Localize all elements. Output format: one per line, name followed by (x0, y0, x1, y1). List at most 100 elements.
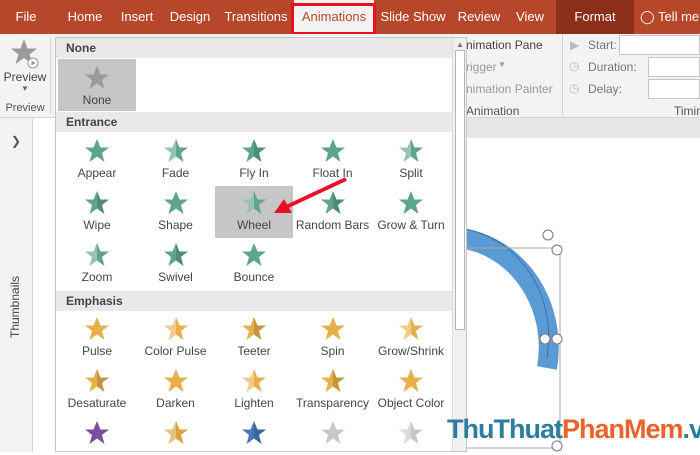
tab-file[interactable]: File (0, 0, 52, 34)
tab-design[interactable]: Design (166, 0, 214, 34)
thumbnails-sidebar[interactable]: ❯ Thumbnails (0, 118, 33, 452)
star-icon (58, 138, 136, 164)
tab-insert[interactable]: Insert (114, 0, 160, 34)
slide-area (452, 118, 700, 452)
animation-label: Appear (58, 166, 136, 180)
star-icon (372, 138, 450, 164)
trigger-button[interactable]: rigger (466, 60, 497, 74)
tab-view[interactable]: View (510, 0, 550, 34)
group-divider (562, 34, 563, 118)
emphasis-more-item[interactable] (372, 416, 450, 452)
animation-label: Bounce (215, 270, 293, 284)
scroll-up-icon[interactable]: ▲ (456, 40, 464, 49)
section-header-entrance: Entrance (56, 112, 452, 132)
watermark-part3: .vn (683, 414, 700, 444)
animation-label: Pulse (58, 344, 136, 358)
emphasis-more-item[interactable] (294, 416, 372, 452)
chevron-down-icon: ▼ (2, 84, 48, 93)
animation-grow-shrink[interactable]: Grow/Shrink (372, 312, 450, 364)
star-icon (372, 190, 450, 216)
star-icon (372, 420, 450, 446)
star-icon (58, 190, 136, 216)
ribbon-right-groups: nimation Pane rigger ▼ nimation Painter … (462, 34, 700, 118)
play-icon: ▶ (570, 38, 579, 52)
star-icon (58, 316, 136, 342)
timing-group-label: Timin (674, 104, 700, 118)
animation-label: Grow & Turn (372, 218, 450, 232)
animation-none[interactable]: None (58, 59, 136, 111)
duration-input[interactable] (648, 57, 700, 77)
animation-shape[interactable]: Shape (137, 186, 215, 238)
animation-split[interactable]: Split (372, 134, 450, 186)
start-select[interactable] (619, 35, 700, 55)
star-icon (294, 316, 372, 342)
star-icon (215, 138, 293, 164)
chevron-down-icon: ▼ (498, 60, 506, 69)
animation-label: Random Bars (294, 218, 372, 232)
slide-shape-arc[interactable] (464, 138, 700, 452)
animation-zoom[interactable]: Zoom (58, 238, 136, 290)
emphasis-more-item[interactable] (215, 416, 293, 452)
star-icon (294, 138, 372, 164)
animation-group-label: Animation (466, 104, 519, 118)
animation-label: Darken (137, 396, 215, 410)
animation-painter-button[interactable]: nimation Painter (466, 82, 553, 96)
star-icon (372, 316, 450, 342)
animation-swivel[interactable]: Swivel (137, 238, 215, 290)
preview-group-label: Preview (0, 102, 50, 114)
animation-color-pulse[interactable]: Color Pulse (137, 312, 215, 364)
animation-label: Wheel (215, 218, 293, 232)
star-icon (215, 316, 293, 342)
tab-transitions[interactable]: Transitions (222, 0, 290, 34)
emphasis-more-item[interactable] (137, 416, 215, 452)
group-divider (50, 38, 51, 114)
animation-label: Fade (137, 166, 215, 180)
gallery-scrollbar[interactable]: ▲ (452, 38, 467, 452)
animation-label: None (58, 93, 136, 107)
delay-input[interactable] (648, 79, 700, 99)
clock-icon: ◷ (569, 81, 579, 95)
tab-review[interactable]: Review (454, 0, 504, 34)
emphasis-more-item[interactable] (58, 416, 136, 452)
star-icon (58, 242, 136, 268)
watermark-part2: PhanMem (562, 414, 683, 444)
star-icon (137, 190, 215, 216)
animation-label: Shape (137, 218, 215, 232)
animation-bounce[interactable]: Bounce (215, 238, 293, 290)
animation-spin[interactable]: Spin (294, 312, 372, 364)
animation-pulse[interactable]: Pulse (58, 312, 136, 364)
tab-home[interactable]: Home (60, 0, 110, 34)
animation-wipe[interactable]: Wipe (58, 186, 136, 238)
animation-teeter[interactable]: Teeter (215, 312, 293, 364)
preview-star-icon (10, 38, 40, 70)
section-header-emphasis: Emphasis (56, 291, 452, 311)
star-icon (215, 368, 293, 394)
animation-label: Grow/Shrink (372, 344, 450, 358)
preview-button[interactable]: Preview ▼ (2, 36, 48, 100)
animation-label: Split (372, 166, 450, 180)
tab-format[interactable]: Format (556, 0, 634, 34)
animation-object-color[interactable]: Object Color (372, 364, 450, 416)
star-icon (215, 242, 293, 268)
star-icon (137, 368, 215, 394)
star-icon (58, 420, 136, 446)
animation-lighten[interactable]: Lighten (215, 364, 293, 416)
animation-grow-turn[interactable]: Grow & Turn (372, 186, 450, 238)
lightbulb-icon: ◯ (640, 9, 655, 24)
animation-label: Zoom (58, 270, 136, 284)
scroll-thumb[interactable] (455, 50, 465, 330)
animation-label: Color Pulse (137, 344, 215, 358)
animation-label: Lighten (215, 396, 293, 410)
tab-slide-show[interactable]: Slide Show (378, 0, 448, 34)
chevron-right-icon[interactable]: ❯ (11, 134, 21, 148)
animation-fade[interactable]: Fade (137, 134, 215, 186)
animation-pane-button[interactable]: nimation Pane (466, 38, 543, 52)
animation-appear[interactable]: Appear (58, 134, 136, 186)
tell-me-box[interactable]: ◯ Tell me (640, 0, 699, 34)
animation-transparency[interactable]: Transparency (294, 364, 372, 416)
animation-label: Transparency (294, 396, 372, 410)
animation-desaturate[interactable]: Desaturate (58, 364, 136, 416)
slide-canvas[interactable] (464, 138, 700, 452)
animation-darken[interactable]: Darken (137, 364, 215, 416)
thumbnails-label: Thumbnails (8, 276, 22, 338)
